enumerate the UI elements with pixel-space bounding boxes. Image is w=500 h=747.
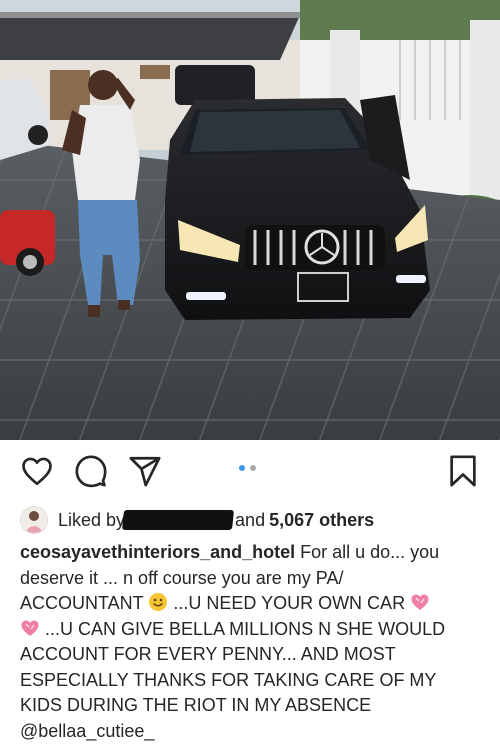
caption-text-7: ESPECIALLY THANKS FOR TAKING CARE OF MY bbox=[20, 669, 437, 690]
share-button[interactable] bbox=[128, 454, 162, 488]
bookmark-icon bbox=[450, 455, 476, 487]
like-button[interactable] bbox=[20, 454, 54, 488]
comment-icon bbox=[75, 455, 107, 488]
pink-heart-emoji bbox=[21, 620, 39, 636]
and-label: and bbox=[235, 509, 266, 530]
carousel-dot bbox=[250, 465, 256, 471]
caption-text-6: ACCOUNT FOR EVERY PENNY... AND MOST bbox=[20, 644, 396, 664]
post-image bbox=[0, 0, 500, 440]
liked-by-label: Liked by bbox=[58, 509, 126, 530]
comment-button[interactable] bbox=[74, 454, 108, 488]
carousel-indicator bbox=[239, 465, 256, 471]
pink-heart-emoji bbox=[411, 594, 429, 610]
redacted-username bbox=[121, 510, 235, 530]
heart-icon bbox=[22, 457, 52, 486]
carousel-dot-active bbox=[239, 465, 245, 471]
caption-text-3: ACCOUNTANT bbox=[20, 593, 144, 613]
caption-text-5: ...U CAN GIVE BELLA MILLIONS N SHE WOULD bbox=[45, 618, 446, 639]
likes-count-link[interactable]: 5,067 others bbox=[269, 510, 374, 531]
send-icon bbox=[129, 456, 161, 487]
smiling-face-emoji bbox=[149, 593, 168, 611]
post-photo[interactable] bbox=[0, 0, 500, 440]
post-caption: ceosayavethinteriors_and_hotel For all u… bbox=[20, 540, 482, 744]
save-button[interactable] bbox=[446, 454, 480, 488]
caption-text-2: deserve it ... n off course you are my P… bbox=[20, 567, 344, 588]
avatar-image bbox=[21, 507, 47, 533]
caption-text-8: KIDS DURING THE RIOT IN MY ABSENCE bbox=[20, 695, 372, 715]
likes-summary[interactable]: Liked by and 5,067 others bbox=[20, 506, 490, 534]
caption-text-4: ...U NEED YOUR OWN CAR bbox=[173, 593, 406, 613]
caption-username[interactable]: ceosayavethinteriors_and_hotel bbox=[20, 542, 295, 562]
liker-avatar[interactable] bbox=[20, 506, 48, 534]
caption-mention-link[interactable]: @bellaa_cutiee_ bbox=[20, 721, 154, 741]
caption-text-1: For all u do... you bbox=[300, 542, 440, 562]
